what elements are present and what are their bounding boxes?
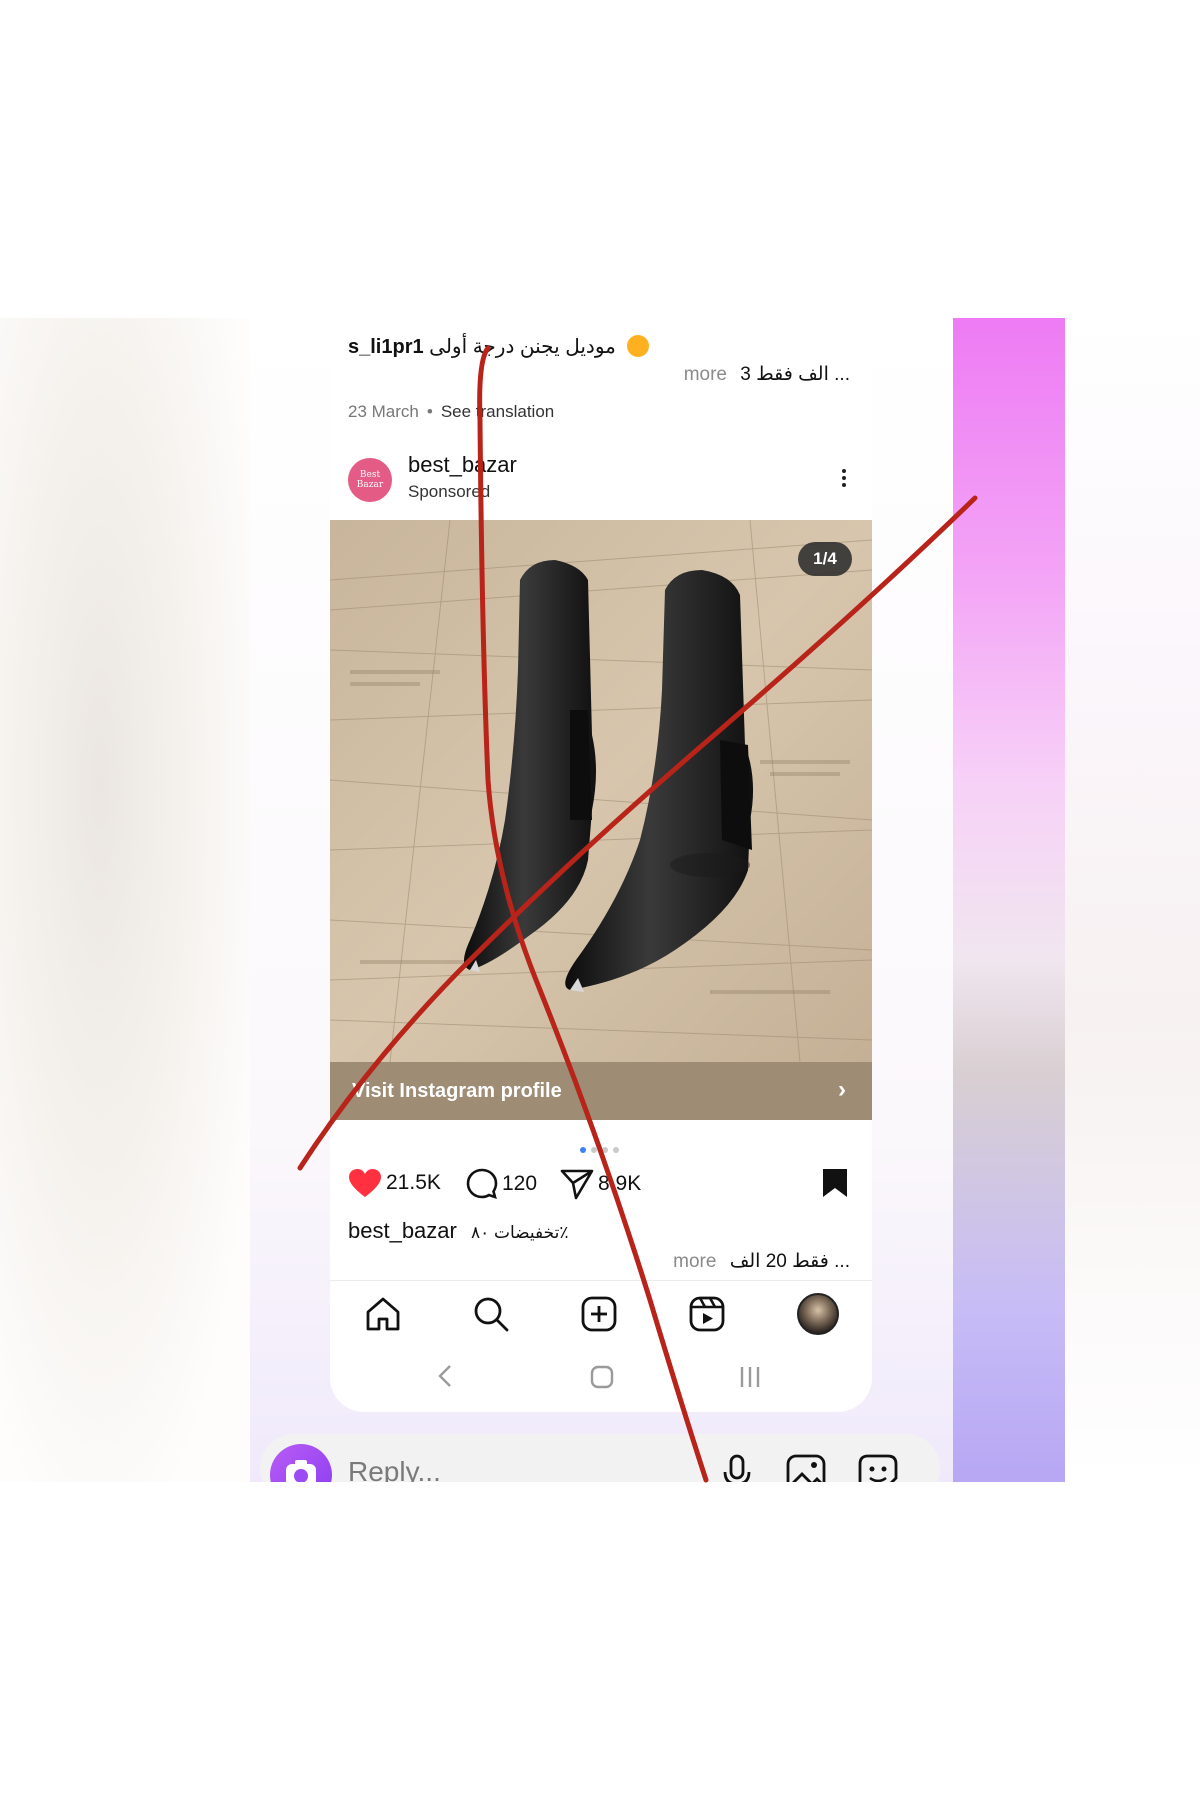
heart-eyes-emoji-icon xyxy=(627,335,650,357)
caption-more-text: فقط 20 الف ... xyxy=(729,1251,850,1272)
heart-icon[interactable] xyxy=(348,1168,382,1198)
boots-photo xyxy=(330,520,872,1062)
share-icon[interactable] xyxy=(560,1168,594,1200)
post-caption-more-line: more فقط 20 الف ... xyxy=(673,1250,850,1273)
post-image[interactable]: 1/4 xyxy=(330,520,872,1062)
previous-post-username[interactable]: s_li1pr1 xyxy=(348,336,424,358)
post-actions: 21.5K 120 8.9K xyxy=(348,1164,854,1204)
carousel-dot xyxy=(613,1147,619,1153)
post-date: 23 March xyxy=(348,402,419,421)
previous-post-meta: 23 March • See translation xyxy=(348,402,554,422)
system-navigation-bar xyxy=(438,1365,760,1389)
blurred-background-left xyxy=(0,318,250,1482)
carousel-counter: 1/4 xyxy=(798,542,852,576)
bottom-margin xyxy=(0,1482,1200,1800)
caption-username[interactable]: best_bazar xyxy=(348,1218,457,1243)
previous-post-caption: s_li1pr1 موديل يجنن درجة أولى xyxy=(348,334,650,359)
home-icon[interactable] xyxy=(364,1295,402,1333)
blurred-background-right xyxy=(1065,318,1200,1482)
carousel-dot xyxy=(591,1147,597,1153)
post-caption: best_bazar تخفيضات ٨٠٪ xyxy=(348,1218,568,1244)
carousel-dots xyxy=(580,1140,624,1158)
previous-post-more-line: more 3 الف فقط ... xyxy=(684,363,850,386)
create-icon[interactable] xyxy=(580,1295,618,1333)
previous-post-more-text: 3 الف فقط ... xyxy=(740,364,850,385)
carousel-dot-active xyxy=(580,1147,586,1153)
reels-icon[interactable] xyxy=(688,1295,726,1333)
more-link[interactable]: more xyxy=(673,1251,716,1272)
profile-avatar[interactable] xyxy=(797,1293,839,1335)
sponsored-label: Sponsored xyxy=(408,482,491,501)
more-link[interactable]: more xyxy=(684,364,727,385)
see-translation-link[interactable]: See translation xyxy=(441,402,554,421)
comment-count[interactable]: 120 xyxy=(502,1172,537,1196)
chevron-right-icon: › xyxy=(838,1076,846,1103)
home-button-icon[interactable] xyxy=(590,1365,614,1389)
carousel-dot xyxy=(602,1147,608,1153)
search-icon[interactable] xyxy=(472,1295,510,1333)
previous-post-caption-text: موديل يجنن درجة أولى xyxy=(429,336,616,358)
blurred-background-gradient xyxy=(953,318,1065,1482)
bottom-navigation xyxy=(330,1280,872,1347)
back-icon[interactable] xyxy=(438,1365,451,1387)
story-screenshot-card: s_li1pr1 موديل يجنن درجة أولى more 3 الف… xyxy=(330,318,872,1412)
account-avatar[interactable]: Best Bazar xyxy=(348,458,392,502)
recents-icon[interactable] xyxy=(740,1367,760,1387)
more-options-icon[interactable] xyxy=(834,466,854,494)
post-header: Best Bazar best_bazar Sponsored xyxy=(348,452,854,514)
account-name[interactable]: best_bazar xyxy=(408,452,517,478)
account-avatar-text: Best Bazar xyxy=(356,470,384,490)
visit-profile-bar[interactable]: Visit Instagram profile › xyxy=(330,1062,872,1120)
caption-text: تخفيضات ٨٠٪ xyxy=(470,1223,569,1242)
bookmark-icon[interactable] xyxy=(822,1168,848,1198)
separator-dot: • xyxy=(426,402,433,421)
top-margin xyxy=(0,0,1200,318)
comment-icon[interactable] xyxy=(466,1168,498,1200)
visit-profile-label: Visit Instagram profile xyxy=(352,1080,562,1102)
share-count[interactable]: 8.9K xyxy=(598,1172,641,1196)
like-count[interactable]: 21.5K xyxy=(386,1171,441,1195)
